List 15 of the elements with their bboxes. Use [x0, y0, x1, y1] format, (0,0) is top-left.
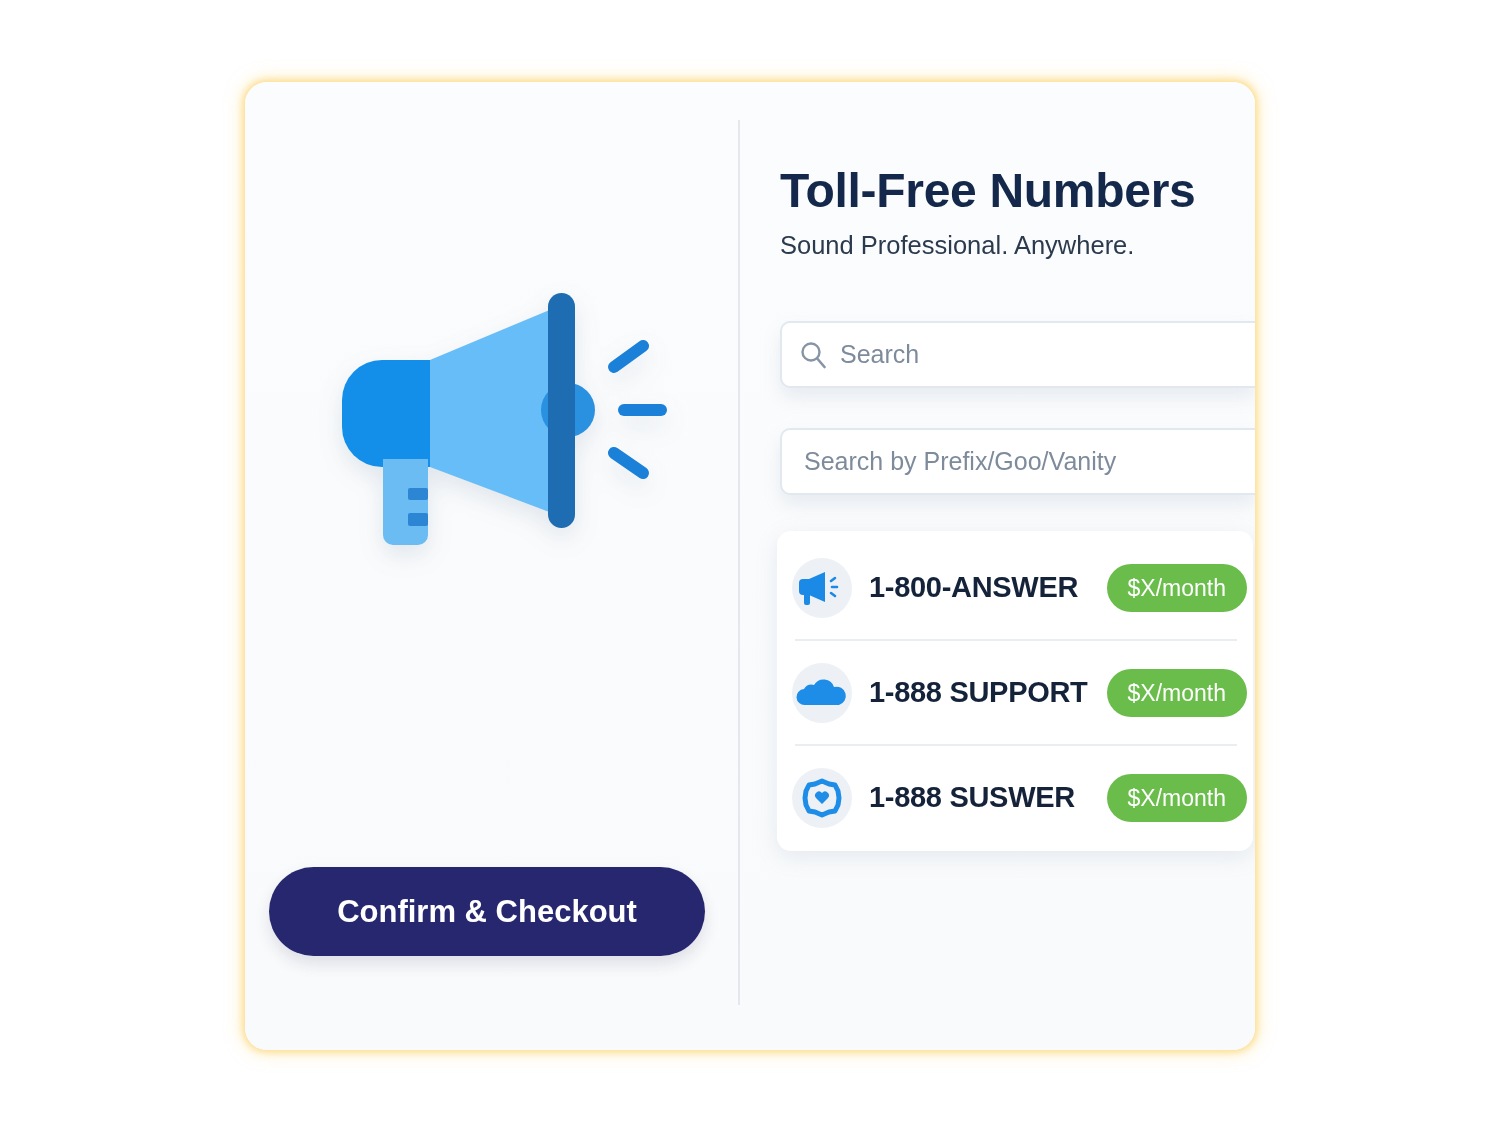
page-subtitle: Sound Professional. Anywhere. [780, 230, 1136, 261]
seal-icon [792, 767, 852, 828]
phone-number: 1-888 SUPPORT [869, 676, 1089, 709]
search-icon [800, 341, 826, 369]
checkout-button[interactable]: Confirm & Checkout [269, 867, 705, 956]
page-title: Toll-Free Numbers [780, 164, 1197, 218]
price-badge: $X/month [1106, 563, 1247, 612]
price-badge: $X/month [1106, 773, 1247, 822]
search-field[interactable]: Search by Prefix/Goo/Vanity [780, 428, 1255, 495]
megaphone-icon [792, 557, 852, 618]
price-badge: $X/month [1106, 668, 1247, 717]
phone-number: 1-888 SUSWER [869, 781, 1076, 814]
phone-number: 1-800-ANSWER [869, 571, 1080, 604]
search-field[interactable]: Search [780, 321, 1255, 388]
cloud-icon [792, 662, 852, 723]
